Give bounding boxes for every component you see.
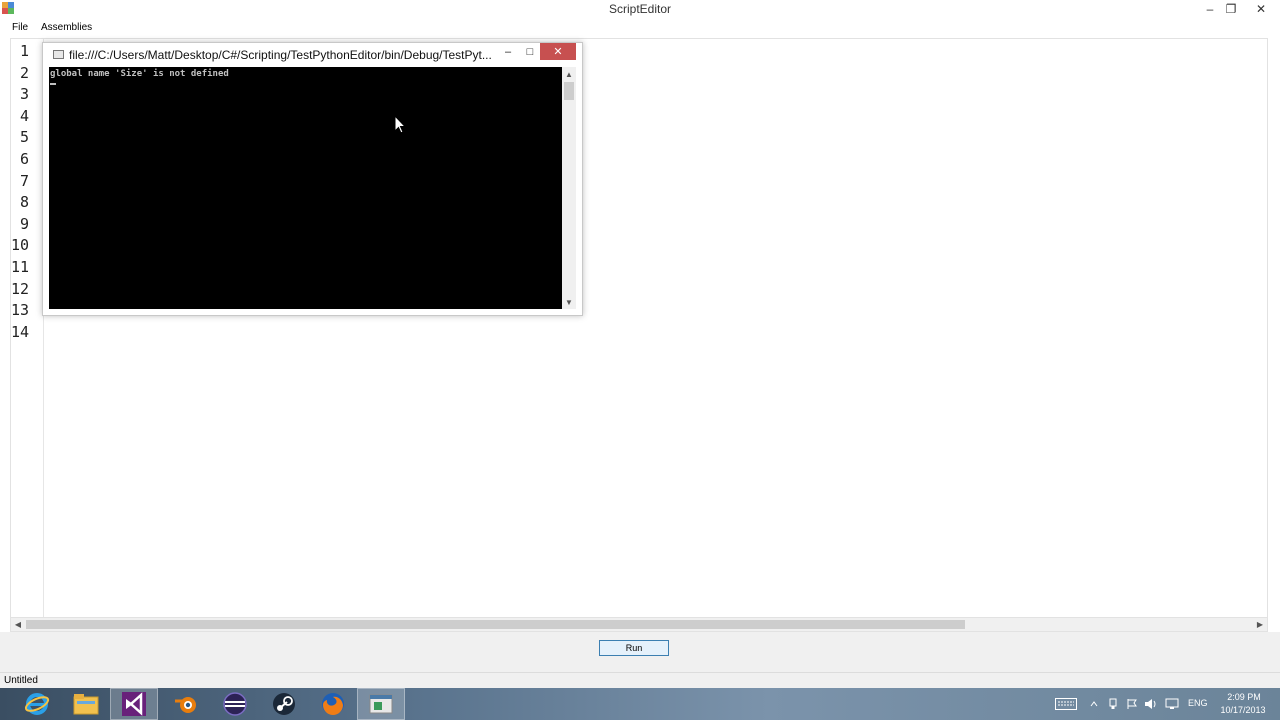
line-number-gutter: 1 2 3 4 5 6 7 8 9 10 11 12 13 14 bbox=[11, 39, 44, 618]
status-text: Untitled bbox=[4, 675, 38, 686]
console-vertical-scrollbar[interactable]: ▲ ▼ bbox=[562, 67, 576, 309]
line-number: 1 bbox=[19, 42, 29, 60]
console-output-text: global name 'Size' is not defined bbox=[50, 69, 229, 79]
steam-icon bbox=[273, 693, 295, 715]
console-titlebar[interactable]: file:///C:/Users/Matt/Desktop/C#/Scripti… bbox=[43, 43, 582, 67]
network-icon[interactable] bbox=[1164, 697, 1180, 711]
console-title: file:///C:/Users/Matt/Desktop/C#/Scripti… bbox=[69, 48, 492, 62]
bottom-panel: Run bbox=[0, 632, 1280, 672]
scroll-right-arrow-icon[interactable]: ▶ bbox=[1253, 618, 1267, 631]
console-scroll-thumb[interactable] bbox=[564, 82, 574, 100]
horizontal-scroll-thumb[interactable] bbox=[26, 620, 965, 629]
console-output-area[interactable]: global name 'Size' is not defined bbox=[49, 67, 562, 309]
line-number: 4 bbox=[19, 106, 29, 125]
horizontal-scrollbar[interactable]: ◀ ▶ bbox=[10, 617, 1268, 632]
window-title: ScriptEditor bbox=[608, 2, 672, 16]
console-window[interactable]: file:///C:/Users/Matt/Desktop/C#/Scripti… bbox=[42, 42, 583, 316]
line-number: 10 bbox=[11, 236, 30, 255]
usb-device-icon[interactable] bbox=[1105, 697, 1121, 711]
blender-icon bbox=[175, 697, 196, 713]
console-maximize-button[interactable]: □ bbox=[523, 45, 537, 59]
taskbar-blender[interactable] bbox=[162, 688, 210, 720]
line-number: 3 bbox=[19, 85, 29, 104]
close-button[interactable]: ✕ bbox=[1250, 0, 1272, 18]
line-number: 13 bbox=[11, 301, 30, 320]
window-titlebar: ScriptEditor – ❐ ✕ bbox=[0, 0, 1280, 18]
file-explorer-icon bbox=[73, 694, 99, 715]
line-number: 9 bbox=[19, 214, 29, 233]
console-window-icon bbox=[53, 50, 64, 59]
line-number: 5 bbox=[19, 128, 29, 147]
console-text-cursor bbox=[50, 83, 56, 85]
taskbar-script-editor[interactable] bbox=[357, 688, 405, 720]
restore-button[interactable]: ❐ bbox=[1220, 0, 1242, 18]
line-number: 12 bbox=[11, 279, 30, 298]
taskbar-steam[interactable] bbox=[260, 688, 308, 720]
line-number: 6 bbox=[19, 150, 29, 168]
keyboard-icon[interactable] bbox=[1054, 697, 1078, 711]
firefox-icon bbox=[322, 693, 344, 715]
system-tray: ENG 2:09 PM 10/17/2013 bbox=[1050, 688, 1280, 720]
volume-icon[interactable] bbox=[1143, 697, 1159, 711]
line-number: 14 bbox=[11, 322, 30, 341]
console-close-button[interactable]: ✕ bbox=[540, 43, 576, 60]
scroll-up-arrow-icon[interactable]: ▲ bbox=[562, 67, 576, 81]
clock-time[interactable]: 2:09 PM bbox=[1222, 692, 1266, 702]
taskbar-eclipse[interactable] bbox=[211, 688, 259, 720]
scroll-left-arrow-icon[interactable]: ◀ bbox=[11, 618, 25, 631]
minimize-button[interactable]: – bbox=[1199, 0, 1221, 18]
menu-assemblies[interactable]: Assemblies bbox=[41, 22, 92, 33]
console-minimize-button[interactable]: – bbox=[501, 45, 515, 59]
taskbar-internet-explorer[interactable] bbox=[13, 688, 61, 720]
clock-date[interactable]: 10/17/2013 bbox=[1216, 705, 1270, 715]
run-button[interactable]: Run bbox=[599, 640, 669, 656]
line-number: 2 bbox=[19, 63, 29, 82]
status-bar: Untitled bbox=[0, 672, 1280, 688]
input-language-indicator[interactable]: ENG bbox=[1188, 698, 1208, 708]
menu-file[interactable]: File bbox=[12, 22, 28, 33]
visual-studio-icon bbox=[122, 692, 146, 716]
show-hidden-icons-chevron-icon[interactable] bbox=[1086, 697, 1102, 711]
internet-explorer-icon bbox=[24, 693, 50, 715]
line-number: 11 bbox=[11, 258, 30, 276]
line-number: 8 bbox=[19, 193, 29, 212]
taskbar-file-explorer[interactable] bbox=[62, 688, 110, 720]
taskbar-visual-studio[interactable] bbox=[110, 688, 158, 720]
eclipse-icon bbox=[223, 692, 247, 716]
taskbar-firefox[interactable] bbox=[309, 688, 357, 720]
taskbar: ENG 2:09 PM 10/17/2013 bbox=[0, 688, 1280, 720]
scroll-down-arrow-icon[interactable]: ▼ bbox=[562, 295, 576, 309]
script-editor-icon bbox=[369, 694, 393, 714]
action-center-flag-icon[interactable] bbox=[1124, 697, 1140, 711]
mouse-pointer-icon bbox=[394, 115, 406, 134]
line-number: 7 bbox=[19, 171, 29, 190]
menu-bar: File Assemblies bbox=[0, 18, 1280, 38]
